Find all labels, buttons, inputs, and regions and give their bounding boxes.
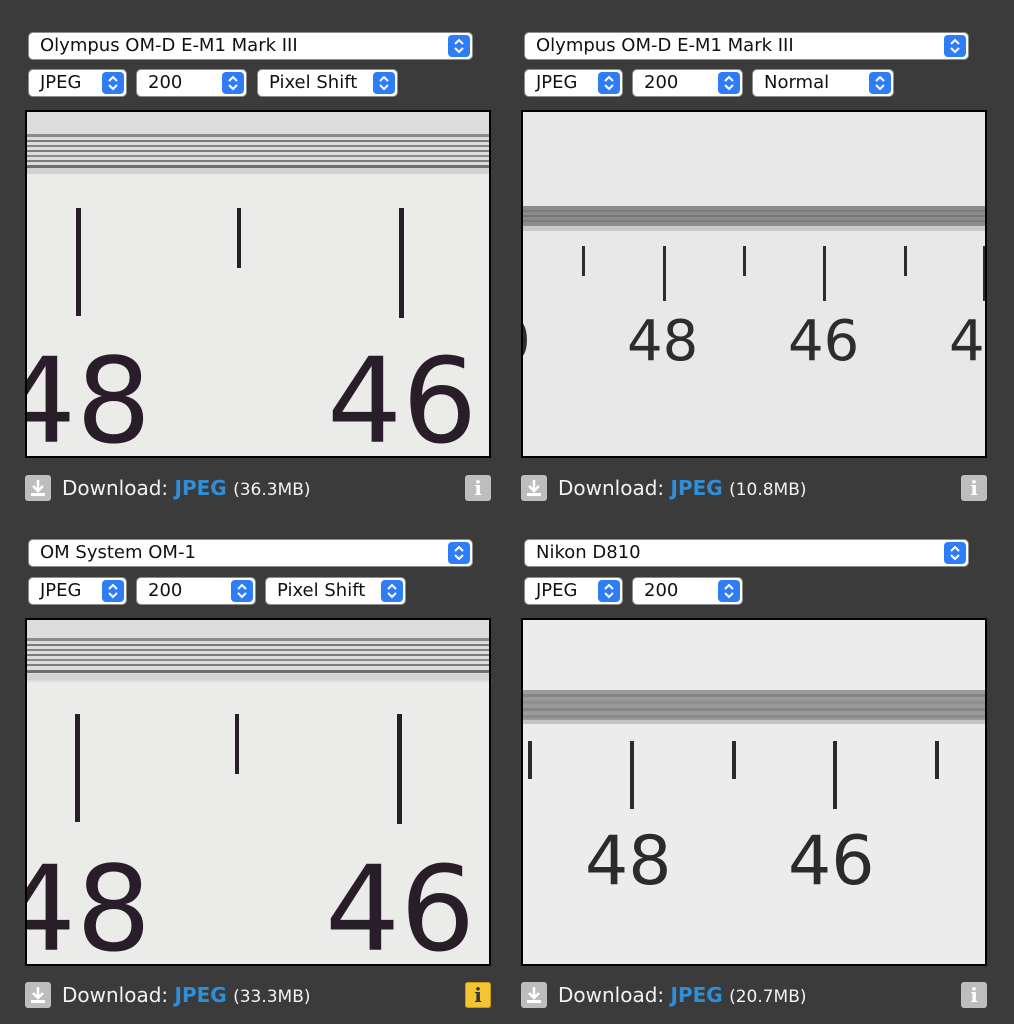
ruler-number-label: 48 — [627, 309, 698, 374]
download-link[interactable]: Download: JPEG (20.7MB) — [558, 983, 807, 1007]
camera-select-value: Olympus OM-D E-M1 Mark III — [536, 35, 794, 56]
format-select[interactable]: JPEG — [524, 69, 623, 97]
camera-select-value: OM System OM-1 — [40, 542, 196, 563]
sample-image-viewer[interactable]: 0 48 46 4 — [521, 110, 987, 458]
mode-select[interactable]: Pixel Shift — [257, 69, 398, 97]
download-icon[interactable] — [25, 982, 51, 1008]
camera-select[interactable]: Olympus OM-D E-M1 Mark III — [524, 32, 969, 60]
download-file-size: (10.8MB) — [729, 480, 807, 500]
sample-image-viewer[interactable]: 48 46 — [25, 110, 491, 458]
chevron-up-down-icon — [944, 35, 966, 57]
download-file-size: (20.7MB) — [729, 987, 807, 1007]
chevron-up-down-icon — [869, 72, 891, 94]
download-label: Download: — [558, 983, 665, 1007]
download-row: Download: JPEG (33.3MB) i — [25, 981, 491, 1011]
chevron-up-down-icon — [944, 542, 966, 564]
mode-select[interactable]: Normal — [752, 69, 894, 97]
chevron-up-down-icon — [718, 580, 740, 602]
mode-select-value: Pixel Shift — [277, 580, 366, 601]
format-select-value: JPEG — [536, 580, 578, 601]
iso-select-value: 200 — [148, 72, 183, 93]
format-select[interactable]: JPEG — [524, 577, 623, 605]
chevron-up-down-icon — [718, 72, 740, 94]
iso-select-value: 200 — [644, 72, 679, 93]
ruler-number-label: 48 — [27, 840, 151, 964]
camera-select[interactable]: OM System OM-1 — [28, 539, 473, 567]
iso-select[interactable]: 200 — [632, 69, 743, 97]
download-label: Download: — [558, 476, 665, 500]
info-icon[interactable]: i — [961, 982, 987, 1008]
download-format-link[interactable]: JPEG — [671, 476, 723, 500]
ruler-number-label: 4 — [949, 309, 985, 374]
download-link[interactable]: Download: JPEG (10.8MB) — [558, 476, 807, 500]
download-label: Download: — [62, 983, 169, 1007]
ruler-number-label: 46 — [788, 822, 875, 901]
iso-select[interactable]: 200 — [136, 69, 247, 97]
iso-select-value: 200 — [148, 580, 183, 601]
chevron-up-down-icon — [448, 35, 470, 57]
sample-image-crop: 48 46 — [27, 112, 489, 456]
download-label: Download: — [62, 476, 169, 500]
sample-image-viewer[interactable]: 48 46 — [25, 618, 491, 966]
mode-select-value: Pixel Shift — [269, 72, 358, 93]
info-icon[interactable]: i — [961, 475, 987, 501]
camera-select[interactable]: Nikon D810 — [524, 539, 969, 567]
chevron-up-down-icon — [102, 72, 124, 94]
chevron-up-down-icon — [373, 72, 395, 94]
download-row: Download: JPEG (36.3MB) i — [25, 474, 491, 504]
camera-select[interactable]: Olympus OM-D E-M1 Mark III — [28, 32, 473, 60]
sample-image-crop: 48 46 — [27, 620, 489, 964]
format-select[interactable]: JPEG — [28, 577, 127, 605]
format-select[interactable]: JPEG — [28, 69, 127, 97]
download-file-size: (33.3MB) — [233, 987, 311, 1007]
download-row: Download: JPEG (20.7MB) i — [521, 981, 987, 1011]
download-link[interactable]: Download: JPEG (36.3MB) — [62, 476, 311, 500]
download-icon[interactable] — [521, 982, 547, 1008]
chevron-up-down-icon — [598, 580, 620, 602]
sample-image-viewer[interactable]: 48 46 — [521, 618, 987, 966]
camera-select-value: Nikon D810 — [536, 542, 641, 563]
ruler-number-label: 46 — [327, 332, 477, 456]
mode-select[interactable]: Pixel Shift — [265, 577, 406, 605]
ruler-number-label: 46 — [788, 309, 859, 374]
chevron-up-down-icon — [222, 72, 244, 94]
chevron-up-down-icon — [102, 580, 124, 602]
download-row: Download: JPEG (10.8MB) i — [521, 474, 987, 504]
download-format-link[interactable]: JPEG — [175, 476, 227, 500]
download-file-size: (36.3MB) — [233, 480, 311, 500]
download-icon[interactable] — [25, 475, 51, 501]
chevron-up-down-icon — [448, 542, 470, 564]
download-icon[interactable] — [521, 475, 547, 501]
iso-select[interactable]: 200 — [136, 577, 256, 605]
chevron-up-down-icon — [381, 580, 403, 602]
fine-line-pattern — [523, 690, 985, 724]
sample-image-crop: 48 46 — [523, 620, 985, 964]
info-icon[interactable]: i — [465, 475, 491, 501]
chevron-up-down-icon — [231, 580, 253, 602]
camera-select-value: Olympus OM-D E-M1 Mark III — [40, 35, 298, 56]
download-format-link[interactable]: JPEG — [671, 983, 723, 1007]
format-select-value: JPEG — [40, 72, 82, 93]
format-select-value: JPEG — [40, 580, 82, 601]
ruler-number-label: 0 — [523, 309, 531, 374]
info-icon[interactable]: i — [465, 982, 491, 1008]
ruler-number-label: 48 — [585, 822, 672, 901]
chevron-up-down-icon — [598, 72, 620, 94]
fine-line-pattern — [523, 206, 985, 231]
download-format-link[interactable]: JPEG — [175, 983, 227, 1007]
sample-image-crop: 0 48 46 4 — [523, 112, 985, 456]
format-select-value: JPEG — [536, 72, 578, 93]
iso-select[interactable]: 200 — [632, 577, 743, 605]
ruler-number-label: 48 — [27, 332, 151, 456]
mode-select-value: Normal — [764, 72, 830, 93]
ruler-number-label: 46 — [325, 840, 475, 964]
download-link[interactable]: Download: JPEG (33.3MB) — [62, 983, 311, 1007]
iso-select-value: 200 — [644, 580, 679, 601]
